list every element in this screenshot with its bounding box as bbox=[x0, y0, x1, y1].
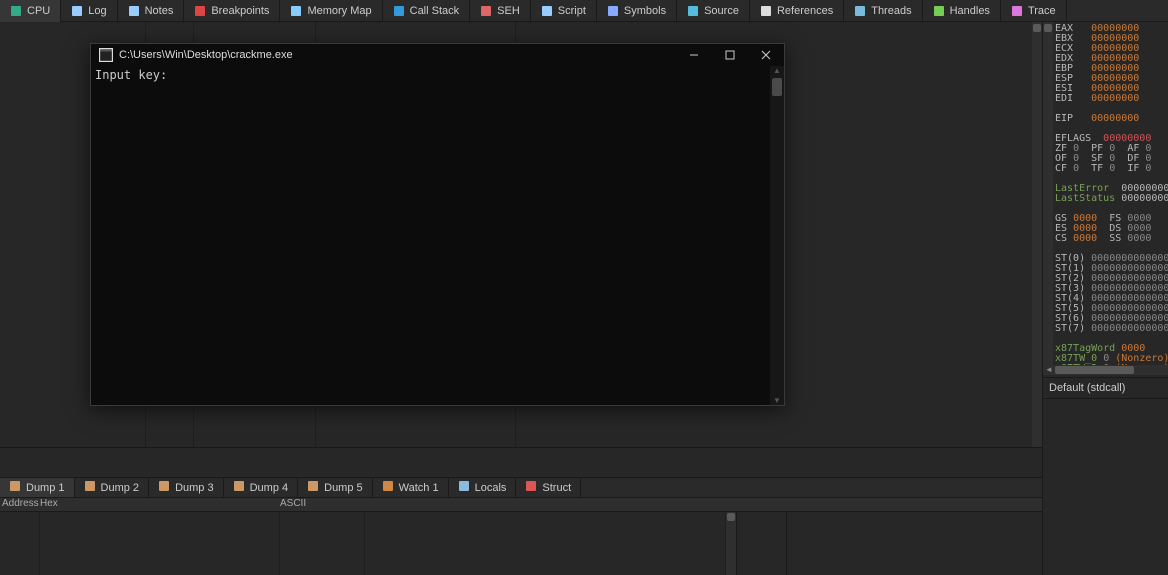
registers-v-scrollbar[interactable] bbox=[1043, 22, 1053, 375]
dump-col-address: Address bbox=[0, 498, 40, 511]
sym-icon bbox=[607, 5, 619, 17]
tab-log[interactable]: Log bbox=[61, 0, 117, 22]
src-icon bbox=[687, 5, 699, 17]
tab-label: Handles bbox=[950, 5, 990, 17]
tab-seh[interactable]: SEH bbox=[470, 0, 531, 22]
info-bar bbox=[0, 448, 1042, 478]
tab-label: Dump 3 bbox=[175, 482, 214, 494]
hnd-icon bbox=[933, 5, 945, 17]
tab-handles[interactable]: Handles bbox=[923, 0, 1001, 22]
close-button[interactable] bbox=[748, 44, 784, 66]
dump-icon bbox=[233, 480, 245, 495]
struct-icon bbox=[525, 480, 537, 495]
tab-label: Dump 1 bbox=[26, 482, 65, 494]
tab-label: Script bbox=[558, 5, 586, 17]
tab-locals[interactable]: Locals bbox=[449, 478, 517, 497]
tab-label: Threads bbox=[871, 5, 911, 17]
tab-dump2[interactable]: Dump 2 bbox=[75, 478, 150, 497]
seh-icon bbox=[480, 5, 492, 17]
tab-label: Watch 1 bbox=[399, 482, 439, 494]
tab-script[interactable]: Script bbox=[531, 0, 597, 22]
watch-icon bbox=[382, 480, 394, 495]
mem-icon bbox=[290, 5, 302, 17]
tab-label: CPU bbox=[27, 5, 50, 17]
tab-references[interactable]: References bbox=[750, 0, 844, 22]
tab-dump4[interactable]: Dump 4 bbox=[224, 478, 299, 497]
disasm-scrollbar[interactable] bbox=[1032, 22, 1042, 447]
dump-icon bbox=[84, 480, 96, 495]
tab-label: Dump 4 bbox=[250, 482, 289, 494]
doc-icon bbox=[128, 5, 140, 17]
dump-scrollbar[interactable] bbox=[726, 512, 736, 575]
trace-icon bbox=[1011, 5, 1023, 17]
bp-icon bbox=[194, 5, 206, 17]
dump-col-hex: Hex bbox=[40, 498, 280, 511]
tab-notes[interactable]: Notes bbox=[118, 0, 185, 22]
tab-label: Trace bbox=[1028, 5, 1056, 17]
bottom-tab-bar: Dump 1 Dump 2 Dump 3 Dump 4 Dump 5 Watch 1 Loc… bbox=[0, 478, 1042, 498]
stack-icon bbox=[393, 5, 405, 17]
dump-header: Address Hex ASCII bbox=[0, 498, 1042, 512]
console-window[interactable]: C:\Users\Win\Desktop\crackme.exe Input k… bbox=[90, 43, 785, 406]
tab-dump1[interactable]: Dump 1 bbox=[0, 478, 75, 497]
tab-cpu[interactable]: CPU bbox=[0, 0, 61, 22]
tab-breakpoints[interactable]: Breakpoints bbox=[184, 0, 280, 22]
locals-icon bbox=[458, 480, 470, 495]
console-scrollbar[interactable] bbox=[770, 66, 784, 405]
thr-icon bbox=[854, 5, 866, 17]
tab-trace[interactable]: Trace bbox=[1001, 0, 1067, 22]
maximize-button[interactable] bbox=[712, 44, 748, 66]
tab-dump5[interactable]: Dump 5 bbox=[298, 478, 373, 497]
tab-label: Memory Map bbox=[307, 5, 371, 17]
console-title-text: C:\Users\Win\Desktop\crackme.exe bbox=[119, 49, 293, 61]
dump-body bbox=[0, 512, 1042, 575]
cpu-icon bbox=[10, 5, 22, 17]
registers-panel[interactable]: EAX 00000000EBX 00000000ECX 00000000EDX … bbox=[1053, 22, 1168, 375]
tab-source[interactable]: Source bbox=[677, 0, 750, 22]
dump-icon bbox=[9, 480, 21, 495]
tab-dump3[interactable]: Dump 3 bbox=[149, 478, 224, 497]
tab-memorymap[interactable]: Memory Map bbox=[280, 0, 382, 22]
tab-label: Dump 2 bbox=[101, 482, 140, 494]
console-titlebar[interactable]: C:\Users\Win\Desktop\crackme.exe bbox=[91, 44, 784, 66]
tab-label: Call Stack bbox=[410, 5, 460, 17]
registers-panel-container: EAX 00000000EBX 00000000ECX 00000000EDX … bbox=[1042, 22, 1168, 575]
tab-label: Log bbox=[88, 5, 106, 17]
tab-watch1[interactable]: Watch 1 bbox=[373, 478, 449, 497]
tab-label: Notes bbox=[145, 5, 174, 17]
tab-label: Dump 5 bbox=[324, 482, 363, 494]
tab-label: Breakpoints bbox=[211, 5, 269, 17]
calling-convention[interactable]: Default (stdcall) bbox=[1043, 377, 1168, 399]
tab-label: Source bbox=[704, 5, 739, 17]
console-icon bbox=[99, 48, 113, 62]
registers-h-scrollbar[interactable] bbox=[1043, 365, 1168, 375]
doc-icon bbox=[541, 5, 553, 17]
minimize-button[interactable] bbox=[676, 44, 712, 66]
tab-label: References bbox=[777, 5, 833, 17]
top-tab-bar: CPU Log Notes Breakpoints Memory Map Call Sta… bbox=[0, 0, 1168, 22]
tab-label: Locals bbox=[475, 482, 507, 494]
dump-col-ascii: ASCII bbox=[280, 498, 365, 511]
tab-label: Symbols bbox=[624, 5, 666, 17]
tab-struct[interactable]: Struct bbox=[516, 478, 581, 497]
ref-icon bbox=[760, 5, 772, 17]
doc-icon bbox=[71, 5, 83, 17]
tab-threads[interactable]: Threads bbox=[844, 0, 922, 22]
console-output[interactable]: Input key: bbox=[91, 66, 770, 405]
tab-label: Struct bbox=[542, 482, 571, 494]
dump-icon bbox=[158, 480, 170, 495]
tab-callstack[interactable]: Call Stack bbox=[383, 0, 471, 22]
tab-symbols[interactable]: Symbols bbox=[597, 0, 677, 22]
dump-icon bbox=[307, 480, 319, 495]
tab-label: SEH bbox=[497, 5, 520, 17]
